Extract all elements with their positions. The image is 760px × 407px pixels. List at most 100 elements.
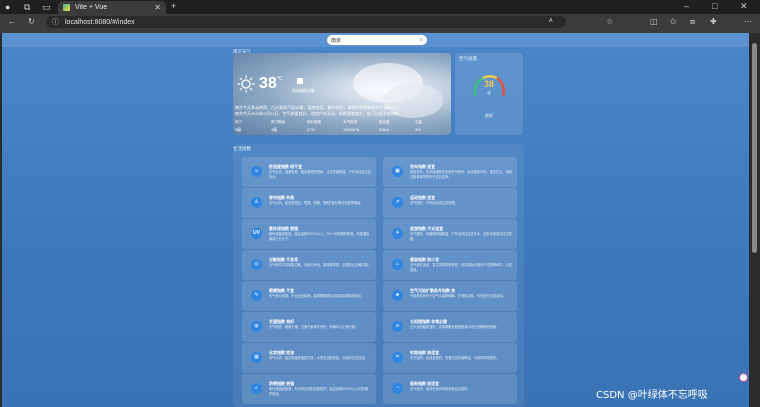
- page-viewport: 南京 ⌕ 南京天气 38 ℃ 风向级别4级 南京今天多云转阴，白天最高气温38度…: [2, 33, 749, 407]
- life-index-desc: 天气条件适宜，发生感冒机率较低，但请避免长期处于空调房间中，以防感冒。: [410, 263, 512, 272]
- life-index-card[interactable]: ◎ 过敏指数 不易发 天气条件不易诱发过敏，可放心外出，除特殊体质，无需担心过敏问题…: [242, 250, 376, 280]
- refresh-icon[interactable]: ↻: [28, 17, 35, 27]
- watermark: CSDN @叶绿体不忘呼吸: [596, 390, 708, 401]
- life-index-icon: ♙: [251, 197, 262, 208]
- life-index-card[interactable]: ✎ 晾晒指数 不宜 天气多云转阴，不太适宜晾晒，若需要晾晒请尽量选择通风的地方。: [242, 281, 376, 311]
- tab-title: Vite + Vue: [75, 4, 108, 11]
- weather-stat: 云量 3%: [415, 120, 451, 133]
- vite-favicon-icon: [63, 4, 70, 11]
- air-quality-level: 优: [487, 91, 491, 95]
- life-index-card[interactable]: ♨ 感冒指数 较少发 天气条件适宜，发生感冒机率较低，但请避免长期处于空调房间中，以…: [383, 250, 517, 280]
- url-text: localhost:8080/#/index: [65, 18, 135, 26]
- stat-key: 能见度: [379, 120, 390, 124]
- stat-key: 风力等级: [271, 120, 285, 124]
- life-index-desc: 气象条件有利于空气污染物稀释、扩散和清除，可在室外正常活动。: [410, 294, 506, 298]
- life-index-card[interactable]: ◔ 逛街指数 较适宜 天气较热，选择在室内商场闲逛会比较好。: [383, 374, 517, 404]
- close-tab-icon[interactable]: ✕: [154, 3, 161, 12]
- life-index-icon: ♨: [392, 259, 403, 270]
- life-index-desc: 天气较热，选择在室内商场闲逛会比较好。: [410, 387, 471, 391]
- collections-icon[interactable]: ⧈: [690, 17, 695, 27]
- city-search-input[interactable]: 南京 ⌕: [327, 35, 427, 45]
- minimize-icon[interactable]: –: [684, 2, 689, 11]
- weather-description: 南京今天2024年7月21日，空气质量良好，适宜户外活动，早晚温差较大，出门注意…: [235, 111, 403, 116]
- temperature-value: 38: [259, 75, 277, 92]
- back-icon[interactable]: ←: [8, 17, 16, 27]
- read-aloud-icon[interactable]: ᴬ: [549, 17, 553, 27]
- search-value: 南京: [331, 37, 342, 44]
- life-index-desc: 天气多云转阴，不太适宜晾晒，若需要晾晒请尽量选择通风的地方。: [269, 294, 365, 298]
- weather-stat: 风力 3级: [235, 120, 271, 133]
- weather-stat: 相对湿度 27%: [307, 120, 343, 133]
- life-index-icon: ✎: [251, 290, 262, 301]
- life-index-desc: 紫外线辐射极强，建议涂擦SPF20以上、PA++的防晒护肤品，尽量避免暴露于日光…: [269, 232, 370, 241]
- weather-card: 38 ℃ 风向级别4级 南京今天多云转阴，白天最高气温38度，湿度较低，紫外线强…: [233, 53, 451, 135]
- life-index-icon: ◔: [392, 383, 403, 394]
- life-index-card[interactable]: ✈ 旅游指数 不太适宜 天气很热，请做好防暑降温，户外活动请注意补水，如外出旅游请注…: [383, 219, 517, 249]
- stat-key: 相对湿度: [307, 120, 321, 124]
- sun-icon: [237, 75, 255, 93]
- life-index-desc: 天气炎热，建议着短衫、短裙、短裤、薄型T恤衫等清凉夏季服装。: [269, 201, 364, 205]
- extensions-icon[interactable]: ✚: [710, 17, 717, 27]
- life-index-card[interactable]: ☺ 舒适度指数 较不宜 天气炎热，湿度较低，建议着短衣短裤，注意防暑降温，户外活动请…: [242, 157, 376, 187]
- life-index-desc: 白天太阳辐射强烈，选择佩戴太阳镜能减少阳光对眼睛的伤害。: [410, 325, 500, 329]
- life-index-card[interactable]: ↗ 运动指数 适宜 天气较好，户外运动请注意防晒。: [383, 188, 517, 218]
- air-quality-value: 38: [483, 79, 494, 89]
- life-index-desc: 天气条件不易诱发过敏，可放心外出，除特殊体质，无需担心过敏问题。: [269, 263, 371, 267]
- air-quality-label: 空气质量: [459, 56, 477, 61]
- life-index-card[interactable]: ♙ 穿衣指数 炎热 天气炎热，建议着短衫、短裙、短裤、薄型T恤衫等清凉夏季服装。: [242, 188, 376, 218]
- life-index-icon: ◎: [251, 259, 262, 270]
- air-quality-footer: 良好: [485, 113, 493, 118]
- life-index-desc: 天气较好，路面干燥，交通气象条件良好，车辆可以正常行驶。: [269, 325, 359, 329]
- stat-value: 1000hPa: [343, 127, 360, 132]
- air-quality-card: 空气质量 38 优 良好: [455, 53, 523, 135]
- life-index-icon: ♣: [392, 290, 403, 301]
- stat-key: 大气压强: [343, 120, 357, 124]
- temperature-unit: ℃: [277, 76, 283, 82]
- life-index-card[interactable]: ▦ 化妆指数 控油 天气炎热，建议用露质面霜打底，水质无油粉底霜，化妆时注意控油。: [242, 343, 376, 373]
- life-index-icon: ▦: [251, 352, 262, 363]
- workspaces-icon[interactable]: ⧉: [24, 3, 30, 12]
- scrollbar[interactable]: [750, 33, 760, 407]
- weather-condition: 风向级别4级: [292, 88, 315, 93]
- info-icon[interactable]: ⓘ: [52, 19, 59, 26]
- stat-value: 27%: [307, 127, 316, 132]
- maximize-icon[interactable]: □: [712, 2, 717, 11]
- life-index-icon: ▣: [392, 166, 403, 177]
- close-window-icon[interactable]: ✕: [740, 2, 748, 11]
- life-index-icon: ↗: [392, 197, 403, 208]
- life-index-icon: ∞: [392, 321, 403, 332]
- life-index-desc: 紫外线辐射极强，外出时应特别加强防护，建议涂擦SPF20以上的防晒护肤品。: [269, 387, 368, 396]
- more-icon[interactable]: ⋯: [744, 17, 752, 27]
- search-icon[interactable]: ⌕: [420, 37, 423, 44]
- weather-stat: 能见度 30km: [379, 120, 415, 133]
- stat-value: 3级: [235, 127, 242, 132]
- tab-actions-icon[interactable]: ▭: [42, 3, 51, 12]
- life-index-desc: 天气较热，较适宜垂钓，但要注意防暑降温，可选择早晚垂钓。: [410, 356, 500, 360]
- life-index-card[interactable]: ◐ 防晒指数 很强 紫外线辐射极强，外出时应特别加强防护，建议涂擦SPF20以上的防…: [242, 374, 376, 404]
- life-index-icon: ✈: [392, 228, 403, 239]
- life-index-card[interactable]: ◍ 交通指数 良好 天气较好，路面干燥，交通气象条件良好，车辆可以正常行驶。: [242, 312, 376, 342]
- life-index-card[interactable]: ♣ 空气污染扩散条件指数 良气象条件有利于空气污染物稀释、扩散和清除，可在室外正常…: [383, 281, 517, 311]
- floating-action-button[interactable]: [739, 373, 748, 382]
- scrollbar-thumb[interactable]: [752, 43, 757, 253]
- life-index-desc: 天气炎热，湿度较低，建议着短衣短裤，注意防暑降温，户外活动请注意补水。: [269, 170, 371, 179]
- stat-value: 3%: [415, 127, 421, 132]
- life-index-card[interactable]: ♒ 钓鱼指数 较适宜 天气较热，较适宜垂钓，但要注意防暑降温，可选择早晚垂钓。: [383, 343, 517, 373]
- split-screen-icon[interactable]: ◫: [650, 17, 658, 27]
- favorite-star-icon[interactable]: ☆: [606, 17, 613, 27]
- life-index-card[interactable]: UV 紫外线指数 很强 紫外线辐射极强，建议涂擦SPF20以上、PA++的防晒护肤品…: [242, 219, 376, 249]
- stat-key: 云量: [415, 120, 422, 124]
- favorites-icon[interactable]: ✩: [670, 17, 677, 27]
- new-tab-icon[interactable]: +: [171, 2, 176, 11]
- life-index-card[interactable]: ▣ 洗车指数 适宜 适宜洗车，未来持续两天无雨天气较好，适合擦洗汽车，蓝天白云、风和…: [383, 157, 517, 187]
- life-index-desc: 天气很热，请做好防暑降温，户外活动请注意补水，如外出旅游请注意防晒。: [410, 232, 512, 241]
- weather-stat: 大气压强 1000hPa: [343, 120, 379, 133]
- weather-stats: 风力 3级 风力等级 4级 相对湿度 27% 大气压强 1000hPa 能见度 30km …: [235, 120, 451, 133]
- url-input[interactable]: ⓘ localhost:8080/#/index: [46, 16, 566, 28]
- browser-tab[interactable]: Vite + Vue ✕: [58, 1, 166, 14]
- profile-icon[interactable]: ●: [5, 3, 10, 12]
- life-index-icon: ♒: [392, 352, 403, 363]
- weather-condition-icon: [297, 78, 303, 84]
- life-index-card[interactable]: ∞ 太阳镜指数 非常必要 白天太阳辐射强烈，选择佩戴太阳镜能减少阳光对眼睛的伤害。: [383, 312, 517, 342]
- search-header: 南京 ⌕: [2, 33, 749, 47]
